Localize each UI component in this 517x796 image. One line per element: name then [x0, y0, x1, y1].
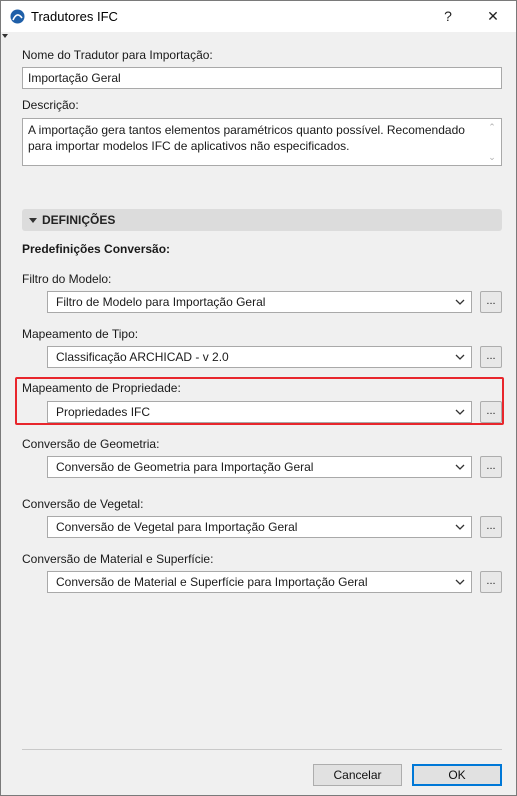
close-button[interactable]: ✕ [478, 5, 508, 27]
help-icon: ? [444, 8, 452, 24]
chevron-down-icon [455, 299, 465, 305]
property-mapping-value: Propriedades IFC [56, 405, 151, 419]
chevron-down-icon [455, 354, 465, 360]
description-scrollbar[interactable]: ⌃ ⌄ [484, 120, 500, 164]
type-mapping-browse-button[interactable]: ... [480, 346, 502, 368]
cancel-button[interactable]: Cancelar [313, 764, 402, 786]
scroll-up-icon[interactable]: ⌃ [488, 123, 496, 132]
model-filter-label: Filtro do Modelo: [22, 272, 112, 286]
description-label: Descrição: [22, 98, 79, 112]
material-surface-conversion-label: Conversão de Material e Superfície: [22, 552, 214, 566]
model-filter-browse-button[interactable]: ... [480, 291, 502, 313]
chevron-down-icon [455, 579, 465, 585]
type-mapping-label: Mapeamento de Tipo: [22, 327, 139, 341]
vegetation-conversion-dropdown[interactable]: Conversão de Vegetal para Importação Ger… [47, 516, 472, 538]
window-title: Tradutores IFC [31, 9, 118, 24]
vegetation-conversion-browse-button[interactable]: ... [480, 516, 502, 538]
expand-triangle-icon [29, 218, 37, 223]
model-filter-dropdown[interactable]: Filtro de Modelo para Importação Geral [47, 291, 472, 313]
close-icon: ✕ [487, 7, 499, 24]
chevron-down-icon [455, 409, 465, 415]
help-button[interactable]: ? [433, 5, 463, 27]
definitions-section-title: DEFINIÇÕES [42, 213, 116, 227]
ok-button[interactable]: OK [412, 764, 502, 786]
geometry-conversion-label: Conversão de Geometria: [22, 437, 160, 451]
geometry-conversion-value: Conversão de Geometria para Importação G… [56, 460, 314, 474]
conversion-presets-label: Predefinições Conversão: [22, 242, 171, 256]
vegetation-conversion-value: Conversão de Vegetal para Importação Ger… [56, 520, 298, 534]
geometry-conversion-browse-button[interactable]: ... [480, 456, 502, 478]
footer-divider [22, 749, 502, 750]
material-surface-conversion-dropdown[interactable]: Conversão de Material e Superfície para … [47, 571, 472, 593]
material-surface-conversion-browse-button[interactable]: ... [480, 571, 502, 593]
type-mapping-value: Classificação ARCHICAD - v 2.0 [56, 350, 229, 364]
description-text: A importação gera tantos elementos param… [28, 123, 465, 153]
material-surface-conversion-value: Conversão de Material e Superfície para … [56, 575, 368, 589]
scroll-down-icon[interactable]: ⌄ [488, 153, 496, 162]
ifc-translators-dialog: Tradutores IFC ? ✕ Nome do Tradutor para… [0, 0, 517, 796]
geometry-conversion-dropdown[interactable]: Conversão de Geometria para Importação G… [47, 456, 472, 478]
definitions-section-header[interactable]: DEFINIÇÕES [22, 209, 502, 231]
type-mapping-dropdown[interactable]: Classificação ARCHICAD - v 2.0 [47, 346, 472, 368]
archicad-app-icon [10, 9, 25, 24]
property-mapping-dropdown[interactable]: Propriedades IFC [47, 401, 472, 423]
vegetation-conversion-label: Conversão de Vegetal: [22, 497, 144, 511]
description-field[interactable]: A importação gera tantos elementos param… [22, 118, 502, 166]
model-filter-value: Filtro de Modelo para Importação Geral [56, 295, 266, 309]
translator-name-label: Nome do Tradutor para Importação: [22, 48, 213, 62]
chevron-down-icon [455, 464, 465, 470]
property-mapping-browse-button[interactable]: ... [480, 401, 502, 423]
property-mapping-label: Mapeamento de Propriedade: [22, 381, 181, 395]
translator-name-field[interactable]: Importação Geral [22, 67, 502, 89]
collapse-arrow-icon[interactable] [2, 34, 8, 38]
title-bar: Tradutores IFC ? ✕ [1, 1, 516, 32]
chevron-down-icon [455, 524, 465, 530]
